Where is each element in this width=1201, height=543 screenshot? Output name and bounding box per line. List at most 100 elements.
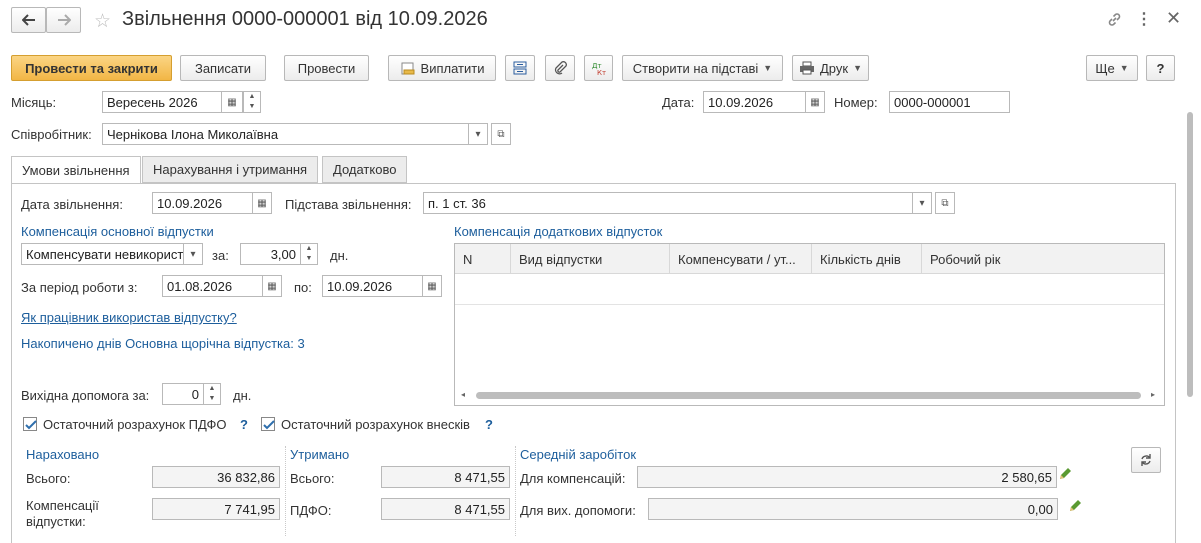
month-field[interactable]: Вересень 2026 [102,91,222,113]
basis-dropdown-icon[interactable]: ▾ [912,192,932,214]
save-button[interactable]: Записати [180,55,266,81]
withheld-total-value: 8 471,55 [381,466,510,488]
create-based-on-button[interactable]: Створити на підставі ▼ [622,55,783,81]
dropdown-caret-icon: ▼ [763,63,773,73]
calendar-icon[interactable]: ▦ [422,275,442,297]
vacation-usage-link[interactable]: Як працівник використав відпустку? [21,310,237,325]
date-label: Дата: [662,95,695,110]
basis-label: Підстава звільнення: [285,197,412,212]
pit-value: 8 471,55 [381,498,510,520]
withheld-total-label: Всього: [290,471,335,486]
month-label: Місяць: [11,95,57,110]
final-pit-checkbox[interactable] [23,417,37,431]
favorite-star-icon[interactable]: ☆ [94,10,111,33]
pay-button[interactable]: Виплатити [388,55,496,81]
period-to-label: по: [294,280,312,295]
final-contributions-checkbox[interactable] [261,417,275,431]
employee-field[interactable]: Чернікова Ілона Миколаївна [102,123,469,145]
avg-severance-value: 0,00 [648,498,1058,520]
summary-divider [515,446,516,536]
calendar-icon[interactable]: ▦ [262,275,282,297]
number-label: Номер: [834,95,878,110]
forward-button[interactable] [46,7,81,33]
period-from-field[interactable]: 01.08.2026 [162,275,263,297]
recalculate-button[interactable] [1131,447,1161,473]
avg-severance-label: Для вих. допомоги: [520,503,636,518]
debit-credit-icon: ДтКт [592,62,606,76]
main-compensation-title: Компенсація основної відпустки [21,224,214,239]
tab-dismissal-conditions[interactable]: Умови звільнення [11,156,141,184]
days-unit-label: дн. [330,248,349,263]
back-button[interactable] [11,7,46,33]
link-icon[interactable] [1106,11,1123,31]
withheld-title: Утримано [290,447,350,462]
column-header-days-count[interactable]: Кількість днів [812,244,922,274]
payment-icon [401,62,415,75]
number-field[interactable]: 0000-000001 [889,91,1010,113]
pit-help-icon[interactable]: ? [240,417,248,432]
help-button[interactable]: ? [1146,55,1175,81]
vertical-scrollbar[interactable] [1187,112,1193,397]
attach-button[interactable] [545,55,575,81]
more-actions-icon[interactable]: ⋮ [1136,9,1152,29]
tab-accruals-deductions[interactable]: Нарахування і утримання [142,156,319,183]
month-stepper[interactable]: ▲ ▼ [243,91,261,113]
dismissal-date-field[interactable]: 10.09.2026 [152,192,253,214]
for-label: за: [212,248,229,263]
calendar-icon[interactable]: ▦ [805,91,825,113]
horizontal-scrollbar[interactable] [476,392,1141,399]
date-field[interactable]: 10.09.2026 [703,91,806,113]
employee-dropdown-icon[interactable]: ▾ [468,123,488,145]
accrued-days-text: Накопичено днів Основна щорічна відпустк… [21,336,305,351]
open-basis-icon[interactable]: ⧉ [935,192,955,214]
more-label: Ще [1095,60,1115,76]
create-based-on-label: Створити на підставі [632,60,759,76]
calendar-icon[interactable]: ▦ [221,91,243,113]
dropdown-caret-icon: ▼ [1119,63,1129,73]
hierarchy-icon [513,61,527,75]
contributions-help-icon[interactable]: ? [485,417,493,432]
table-row[interactable] [455,275,1164,305]
open-employee-icon[interactable]: ⧉ [491,123,511,145]
svg-text:Кт: Кт [597,69,606,76]
print-button[interactable]: Друк ▼ [792,55,869,81]
compensation-mode-select[interactable]: Компенсувати невикористані [21,243,184,265]
column-header-vacation-type[interactable]: Вид відпустки [511,244,670,274]
avg-compensation-label: Для компенсацій: [520,471,626,486]
structure-button[interactable] [505,55,535,81]
avg-compensation-value: 2 580,65 [637,466,1057,488]
post-button[interactable]: Провести [284,55,369,81]
print-label: Друк [820,60,849,76]
post-and-close-button[interactable]: Провести та закрити [11,55,172,81]
column-header-compensate[interactable]: Компенсувати / ут... [670,244,812,274]
scroll-left-icon[interactable]: ◂ [461,390,465,399]
dropdown-caret-icon: ▼ [853,63,862,73]
more-button[interactable]: Ще ▼ [1086,55,1138,81]
accrued-total-label: Всього: [26,471,71,486]
tab-additional[interactable]: Додатково [322,156,408,183]
scroll-right-icon[interactable]: ▸ [1151,390,1155,399]
compensation-mode-dropdown-icon[interactable]: ▾ [183,243,203,265]
basis-field[interactable]: п. 1 ст. 36 [423,192,913,214]
accrued-total-value: 36 832,86 [152,466,280,488]
severance-days-field[interactable]: 0 [162,383,204,405]
compensation-days-field[interactable]: 3,00 [240,243,301,265]
edit-pencil-icon[interactable] [1067,498,1083,517]
employee-label: Співробітник: [11,127,92,142]
column-header-work-year[interactable]: Робочий рік [922,244,1164,274]
journal-entries-button[interactable]: Дт Кт [584,55,613,81]
final-pit-label: Остаточний розрахунок ПДФО [43,417,227,432]
severance-unit-label: дн. [233,388,252,403]
edit-pencil-icon[interactable] [1057,466,1073,485]
summary-divider [285,446,286,536]
pay-label: Виплатити [420,60,485,76]
period-to-field[interactable]: 10.09.2026 [322,275,423,297]
arrow-right-icon [57,14,71,26]
dismissal-date-label: Дата звільнення: [21,197,123,212]
severance-days-stepper[interactable]: ▲ ▼ [203,383,221,405]
calendar-icon[interactable]: ▦ [252,192,272,214]
close-icon[interactable]: ✕ [1166,8,1181,29]
compensation-days-stepper[interactable]: ▲ ▼ [300,243,318,265]
column-header-n[interactable]: N [455,244,511,274]
accrued-title: Нараховано [26,447,100,462]
